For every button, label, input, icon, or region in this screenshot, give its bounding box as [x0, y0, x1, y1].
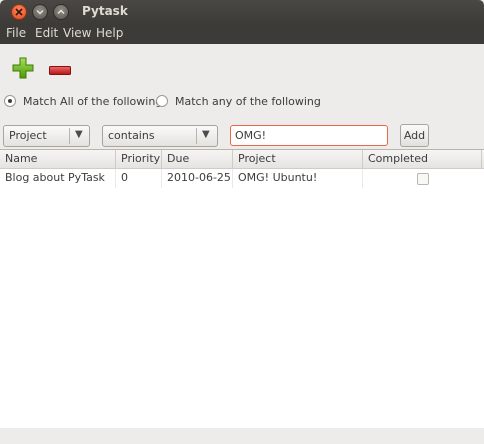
remove-task-button[interactable]	[49, 64, 71, 78]
column-divider	[232, 150, 233, 169]
column-header-priority[interactable]: Priority	[121, 150, 160, 168]
close-icon	[15, 8, 23, 16]
cell-divider	[161, 169, 162, 188]
column-divider	[481, 150, 482, 169]
maximize-window-button[interactable]	[53, 4, 69, 20]
column-header-project[interactable]: Project	[238, 150, 276, 168]
dropdown-arrow-icon: ▼	[75, 129, 83, 140]
filter-operator-select[interactable]: contains ▼	[102, 125, 218, 147]
table-row[interactable]: Blog about PyTask 0 2010-06-25 OMG! Ubun…	[0, 169, 484, 188]
cell-due: 2010-06-25	[167, 171, 231, 184]
column-divider	[362, 150, 363, 169]
dropdown-arrow-icon: ▼	[202, 129, 210, 140]
column-divider	[161, 150, 162, 169]
add-task-button[interactable]	[12, 57, 34, 82]
cell-priority: 0	[121, 171, 128, 184]
menu-help[interactable]: Help	[96, 26, 123, 40]
filter-field-value: Project	[9, 129, 47, 142]
title-bar: Pytask	[0, 0, 484, 24]
chevron-up-icon	[57, 9, 65, 15]
match-all-label[interactable]: Match All of the following	[23, 95, 162, 108]
match-any-label[interactable]: Match any of the following	[175, 95, 321, 108]
filter-operator-value: contains	[108, 129, 155, 142]
menu-bar: File Edit View Help	[0, 24, 484, 44]
window-title: Pytask	[82, 4, 128, 18]
menu-view[interactable]: View	[63, 26, 91, 40]
column-header-due[interactable]: Due	[167, 150, 189, 168]
match-any-radio[interactable]	[156, 95, 168, 107]
combo-divider	[69, 128, 70, 144]
column-header-completed[interactable]: Completed	[368, 150, 428, 168]
match-all-radio[interactable]	[4, 95, 16, 107]
status-bar	[0, 428, 484, 444]
cell-project: OMG! Ubuntu!	[238, 171, 318, 184]
menu-file[interactable]: File	[6, 26, 26, 40]
cell-divider	[115, 169, 116, 188]
minus-icon	[49, 66, 71, 75]
filter-value-input[interactable]	[230, 125, 388, 146]
column-divider	[115, 150, 116, 169]
cell-completed-checkbox[interactable]	[417, 173, 429, 185]
app-window: Pytask File Edit View Help Match All of …	[0, 0, 484, 444]
table-header: Name Priority Due Project Completed	[0, 150, 484, 169]
minimize-window-button[interactable]	[32, 4, 48, 20]
add-filter-button[interactable]: Add	[400, 124, 429, 147]
cell-divider	[232, 169, 233, 188]
cell-divider	[362, 169, 363, 188]
combo-divider	[196, 128, 197, 144]
plus-icon	[12, 57, 34, 79]
close-window-button[interactable]	[11, 4, 27, 20]
chevron-down-icon	[36, 9, 44, 15]
cell-name: Blog about PyTask	[5, 171, 105, 184]
column-header-name[interactable]: Name	[5, 150, 37, 168]
task-table: Name Priority Due Project Completed Blog…	[0, 149, 484, 428]
filter-field-select[interactable]: Project ▼	[3, 125, 90, 147]
menu-edit[interactable]: Edit	[35, 26, 58, 40]
